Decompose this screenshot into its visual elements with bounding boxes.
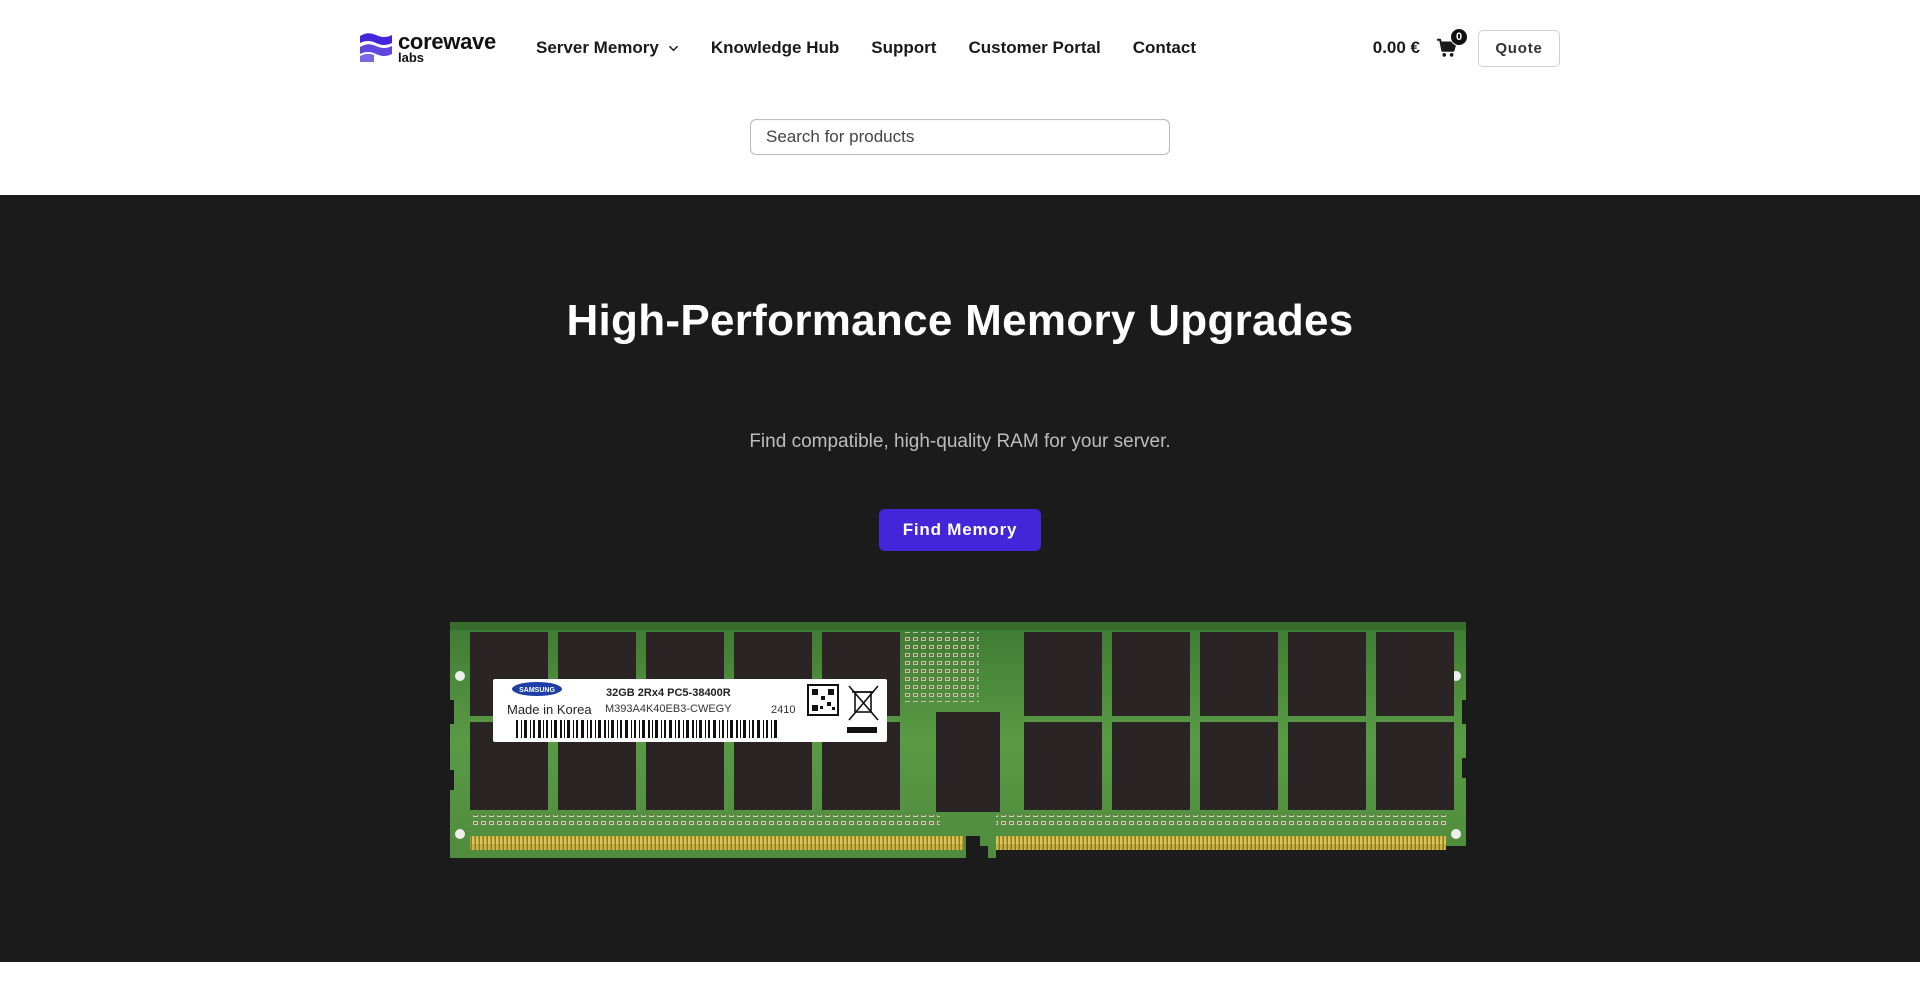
nav-item-contact[interactable]: Contact [1133, 38, 1196, 58]
hero-section: High-Performance Memory Upgrades Find co… [0, 195, 1920, 962]
nav-item-support[interactable]: Support [871, 38, 936, 58]
find-memory-button[interactable]: Find Memory [879, 509, 1041, 551]
logo[interactable]: corewave labs [360, 30, 505, 64]
cart-total[interactable]: 0.00 € [1373, 38, 1420, 58]
nav-item-knowledge-hub[interactable]: Knowledge Hub [711, 38, 839, 58]
nav-item-label: Knowledge Hub [710, 38, 840, 57]
nav-item-label: Server Memory [536, 38, 659, 57]
main-nav: Server Memory Knowledge Hub Support Cust… [536, 28, 1196, 68]
nav-item-customer-portal[interactable]: Customer Portal [968, 38, 1100, 58]
logo-wave-icon [360, 33, 392, 62]
nav-item-label: Contact [1132, 38, 1196, 57]
nav-item-label: Customer Portal [968, 38, 1101, 57]
page-bottom-strip [0, 962, 1920, 993]
label-part: M393A4K40EB3-CWEGY [605, 703, 732, 715]
label-origin: Made in Korea [507, 702, 592, 717]
header-row: corewave labs Server Memory Knowledge Hu… [360, 28, 1560, 68]
label-brand: SAMSUNG [519, 687, 555, 694]
cart-button[interactable]: 0 [1436, 28, 1468, 59]
nav-item-server-memory[interactable]: Server Memory [536, 38, 679, 58]
chevron-down-icon [668, 45, 678, 51]
quote-button[interactable]: Quote [1478, 29, 1560, 67]
cart-count-badge: 0 [1450, 28, 1468, 46]
nav-item-label: Support [871, 38, 937, 57]
search-input[interactable] [750, 119, 1170, 155]
ram-module-image: SAMSUNG Made in Korea 32GB 2Rx4 PC5-3840… [448, 622, 1468, 860]
header-tools: 0.00 € 0 Quote [1373, 28, 1560, 68]
hero-title: High-Performance Memory Upgrades [566, 296, 1354, 345]
label-spec: 32GB 2Rx4 PC5-38400R [606, 687, 731, 699]
hero-subtitle: Find compatible, high-quality RAM for yo… [749, 431, 1171, 452]
site-header: corewave labs Server Memory Knowledge Hu… [0, 0, 1920, 195]
search-bar [750, 119, 1170, 155]
label-date: 2410 [771, 704, 795, 716]
